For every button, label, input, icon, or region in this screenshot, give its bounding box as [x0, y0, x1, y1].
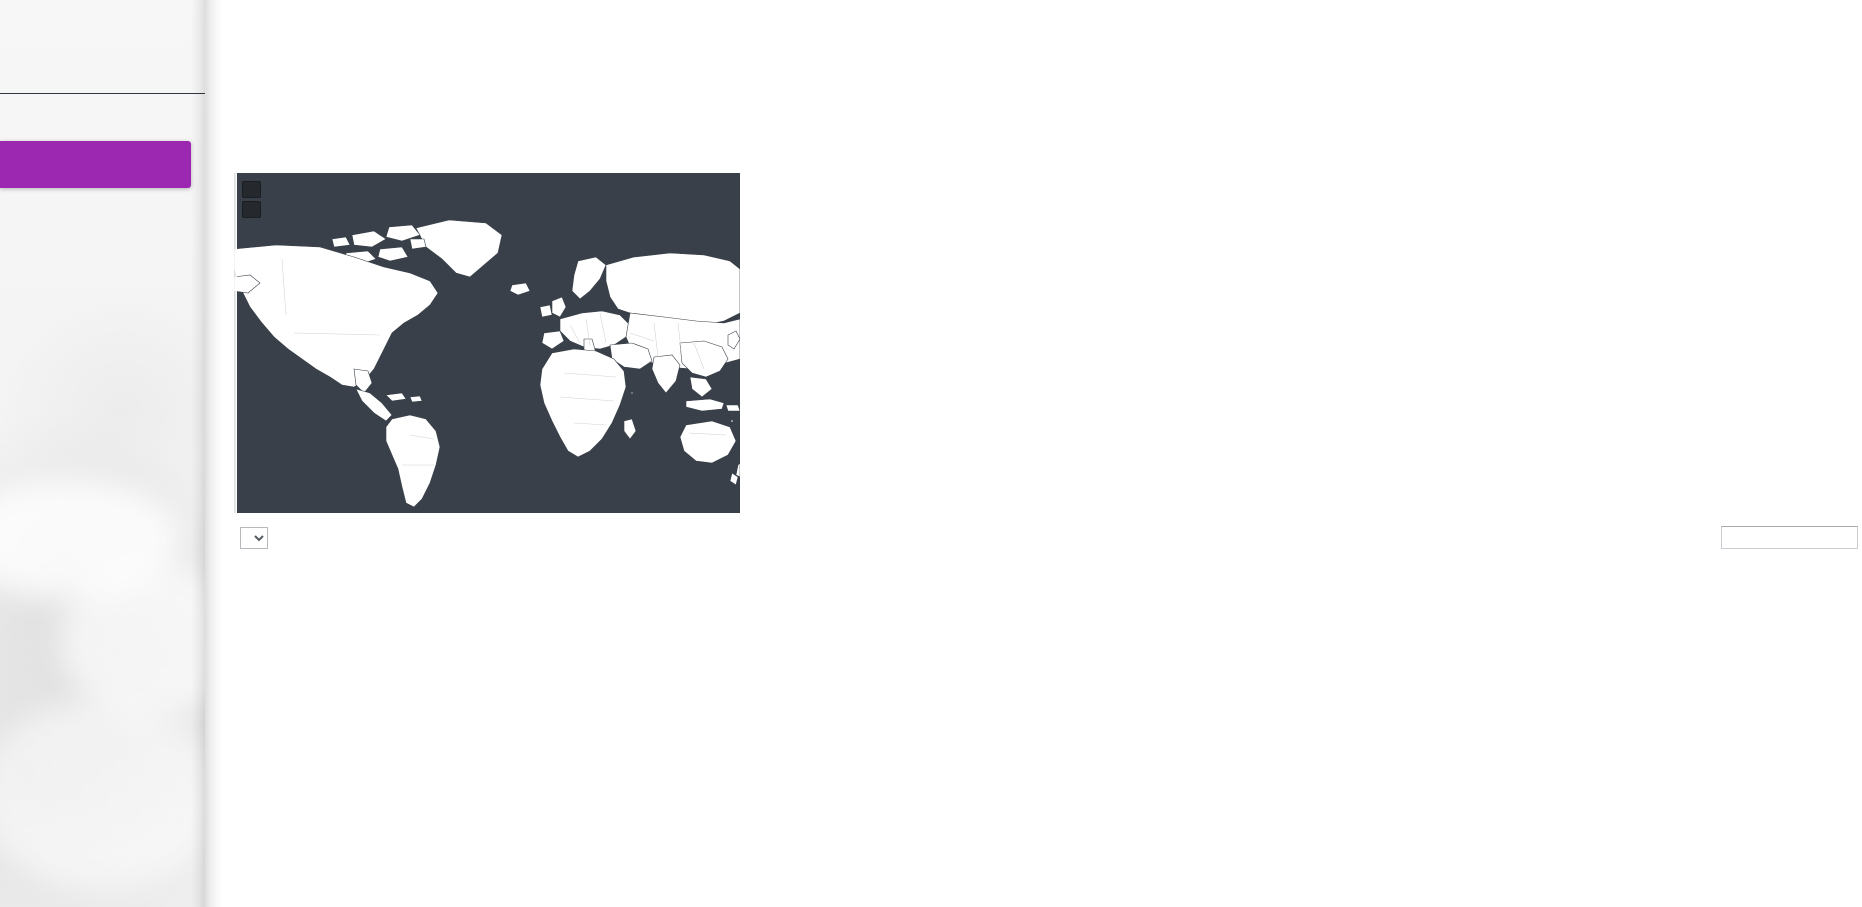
- main-content: [205, 0, 1862, 907]
- sidebar-item-seo[interactable]: [0, 94, 205, 141]
- app-root: [0, 0, 1862, 907]
- sidebar-item-spam[interactable]: [0, 423, 205, 470]
- sidebar: [0, 0, 205, 907]
- sidebar-nav-list: [0, 0, 205, 517]
- sidebar-item-social[interactable]: [0, 470, 205, 517]
- sidebar-texture-blob: [0, 700, 205, 890]
- sidebar-item-statistics[interactable]: [0, 329, 205, 376]
- entries-length-select[interactable]: [240, 527, 268, 549]
- entries-length-control: [234, 527, 274, 549]
- map-zoom-out-button[interactable]: [242, 201, 261, 218]
- page-title: [205, 66, 1862, 80]
- world-map-svg: [234, 173, 740, 513]
- map-zoom-in-button[interactable]: [242, 181, 261, 198]
- summary-paragraph-1: [205, 80, 1862, 96]
- sidebar-item-errors[interactable]: [0, 235, 205, 282]
- sidebar-item-filter[interactable]: [0, 47, 205, 94]
- sidebar-item-users[interactable]: [0, 376, 205, 423]
- summary-paragraph-2: [205, 96, 1862, 114]
- sidebar-texture-blob: [60, 560, 205, 720]
- sidebar-item-suggestions[interactable]: [0, 282, 205, 329]
- world-map[interactable]: [234, 173, 740, 513]
- sidebar-item-export[interactable]: [0, 188, 205, 235]
- search-input[interactable]: [1721, 526, 1858, 549]
- sidebar-item-hacks[interactable]: [0, 141, 191, 188]
- summary-section: [205, 66, 1862, 549]
- table-controls: [205, 521, 1862, 555]
- sidebar-item-websites[interactable]: [0, 0, 205, 47]
- search-control: [1714, 526, 1858, 549]
